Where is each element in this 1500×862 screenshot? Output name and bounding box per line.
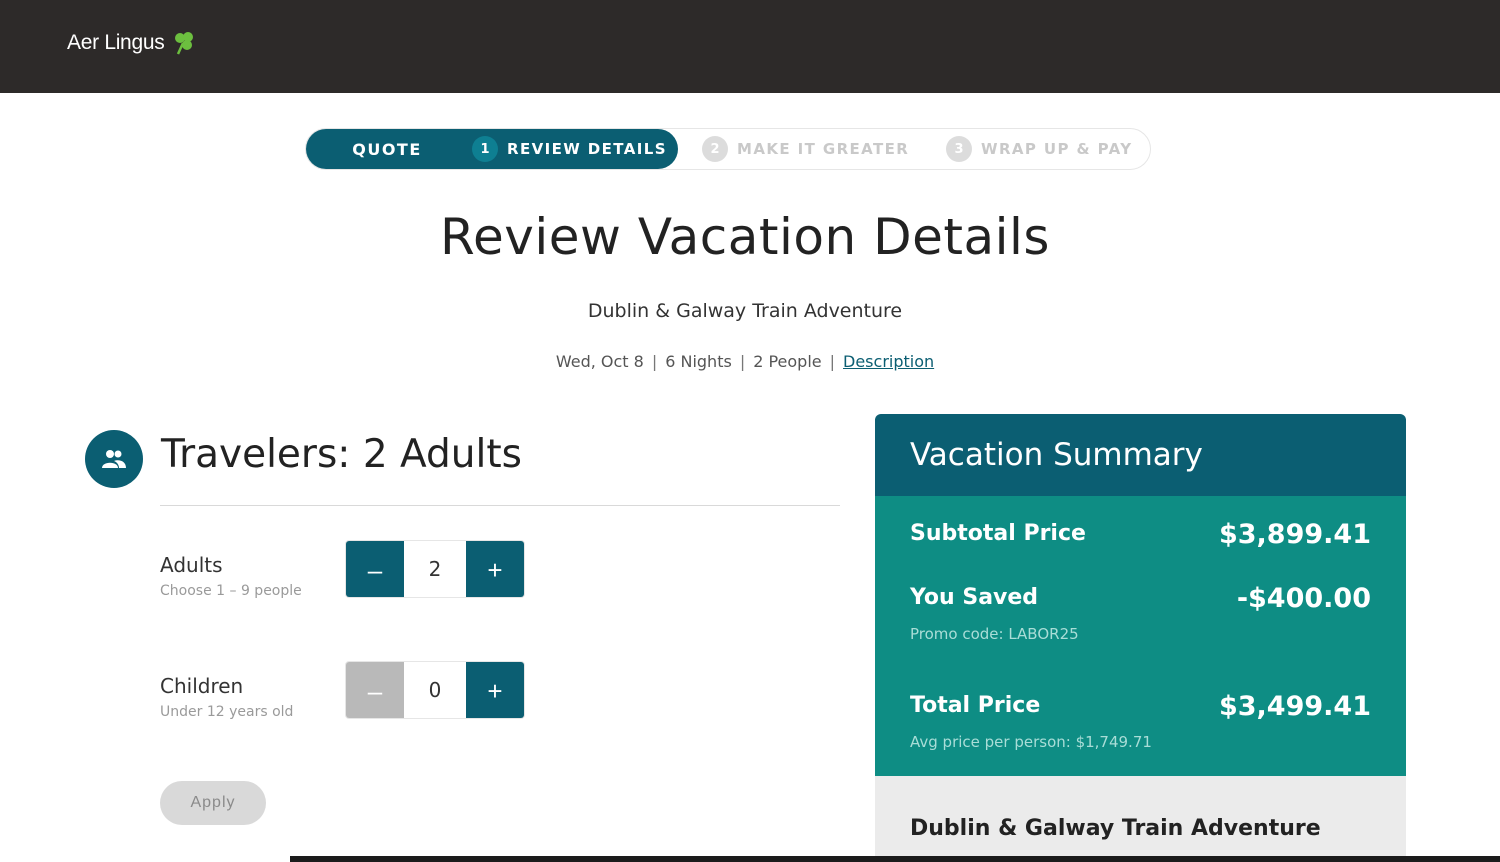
step-review-details[interactable]: 1 REVIEW DETAILS	[438, 129, 678, 169]
bottom-strip	[290, 856, 1500, 862]
step-wrap-up-pay[interactable]: 3 WRAP UP & PAY	[946, 129, 1132, 169]
subtotal-value: $3,899.41	[1218, 519, 1371, 550]
shamrock-icon	[175, 32, 194, 55]
description-link[interactable]: Description	[843, 352, 934, 371]
summary-package-name: Dublin & Galway Train Adventure	[875, 776, 1406, 862]
step-label: MAKE IT GREATER	[737, 140, 910, 158]
trip-date: Wed, Oct 8	[555, 352, 644, 371]
step-number: 2	[702, 136, 728, 162]
children-count[interactable]: 0	[404, 662, 466, 718]
summary-title: Vacation Summary	[875, 414, 1406, 496]
adults-label: Adults	[160, 553, 223, 577]
people-icon	[102, 450, 126, 468]
children-stepper: – 0 +	[345, 661, 525, 719]
adults-decrement-button[interactable]: –	[346, 541, 404, 597]
subtotal-label: Subtotal Price	[910, 521, 1086, 546]
saved-label: You Saved	[910, 585, 1039, 610]
package-name: Dublin & Galway Train Adventure	[587, 300, 903, 322]
top-bar: Aer Lingus	[0, 0, 1500, 93]
step-number: 3	[946, 136, 972, 162]
brand-logo[interactable]: Aer Lingus	[67, 29, 198, 57]
adults-stepper: – 2 +	[345, 540, 525, 598]
page-title: Review Vacation Details	[440, 208, 1050, 266]
promo-code: Promo code: LABOR25	[910, 625, 1079, 643]
trip-people: 2 People	[753, 352, 822, 371]
apply-button[interactable]: Apply	[160, 781, 266, 825]
step-number: 1	[472, 136, 498, 162]
divider	[160, 505, 840, 506]
step-label: REVIEW DETAILS	[507, 140, 667, 158]
step-label: WRAP UP & PAY	[981, 140, 1133, 158]
progress-steps: QUOTE 1 REVIEW DETAILS 2 MAKE IT GREATER…	[305, 128, 1151, 170]
trip-meta: Wed, Oct 8 | 6 Nights | 2 People | Description	[555, 352, 935, 371]
brand-name: Aer Lingus	[67, 31, 165, 54]
avg-price: Avg price per person: $1,749.71	[910, 733, 1152, 751]
saved-value: -$400.00	[1236, 583, 1371, 614]
children-decrement-button[interactable]: –	[346, 662, 404, 718]
vacation-summary-card: Vacation Summary Subtotal Price $3,899.4…	[875, 414, 1406, 862]
children-hint: Under 12 years old	[160, 704, 294, 720]
total-label: Total Price	[910, 693, 1041, 718]
travelers-title: Travelers: 2 Adults	[161, 432, 522, 477]
total-value: $3,499.41	[1218, 691, 1371, 722]
step-quote[interactable]: QUOTE	[306, 129, 458, 169]
travelers-icon	[85, 430, 143, 488]
adults-increment-button[interactable]: +	[466, 541, 524, 597]
step-make-it-greater[interactable]: 2 MAKE IT GREATER	[702, 129, 909, 169]
summary-prices: Subtotal Price $3,899.41 You Saved -$400…	[875, 496, 1406, 776]
trip-nights: 6 Nights	[665, 352, 732, 371]
children-increment-button[interactable]: +	[466, 662, 524, 718]
children-label: Children	[160, 674, 244, 698]
adults-hint: Choose 1 – 9 people	[160, 583, 302, 599]
adults-count[interactable]: 2	[404, 541, 466, 597]
